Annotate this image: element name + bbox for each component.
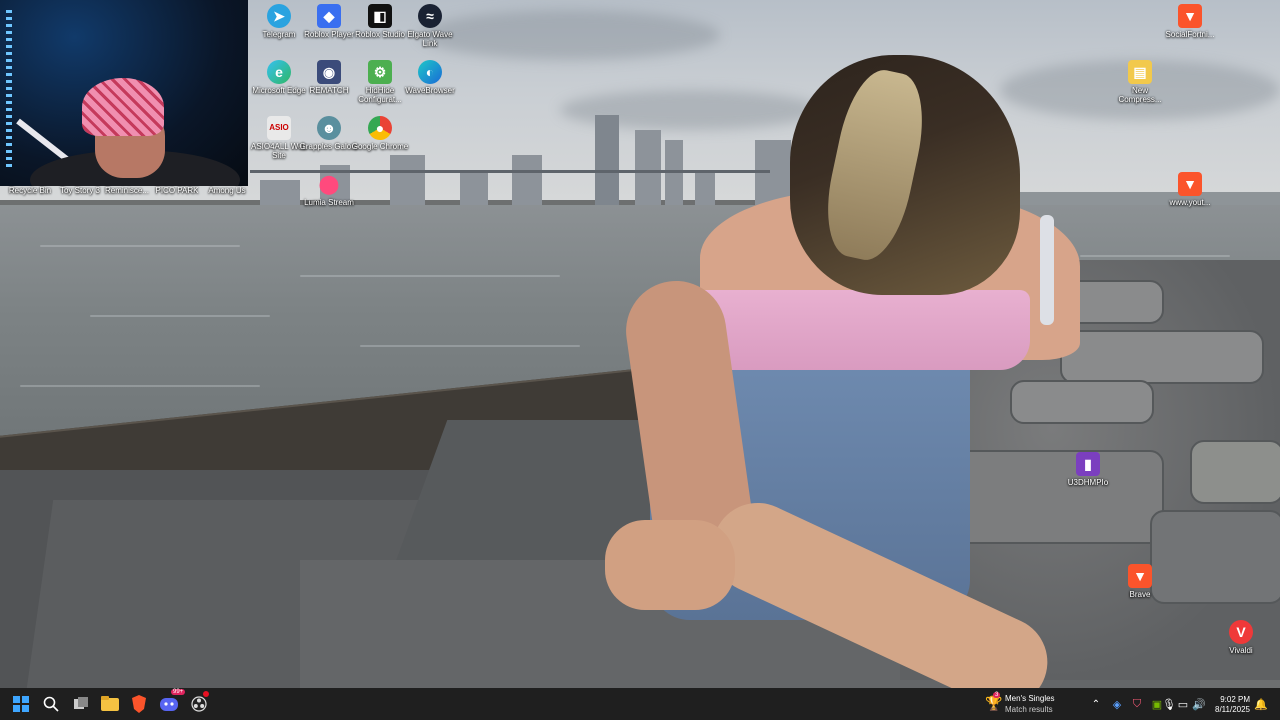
desktop-icon-new-compressed[interactable]: ▤ New Compress...	[1110, 60, 1170, 104]
desktop-icon-label: www.yout...	[1169, 198, 1211, 207]
vivaldi-icon: V	[1229, 620, 1253, 644]
discord-badge: 99+	[171, 689, 186, 695]
clock-time: 9:02 PM	[1220, 695, 1250, 704]
network-app-icon: ◈	[1112, 698, 1122, 711]
telegram-icon: ➤	[267, 4, 291, 28]
lumia-stream-icon: ⬤	[318, 174, 340, 194]
bell-icon: 🔔	[1254, 698, 1268, 711]
taskbar: 99+ 🏆 3 Men's Singles Match results ⌃ ◈ …	[0, 688, 1280, 720]
edge-icon: e	[267, 60, 291, 84]
zip-folder-icon: ▤	[1128, 60, 1152, 84]
desktop-icon-among-us[interactable]: Among Us	[197, 186, 257, 195]
elgato-icon: ≈	[418, 4, 442, 28]
desktop-icon-elgato-wave-link[interactable]: ≈ Elgato Wave Link	[400, 4, 460, 48]
asio4all-icon: ASIO	[267, 116, 291, 140]
roblox-studio-icon: ◧	[368, 4, 392, 28]
desktop-icon-socialfortnite[interactable]: ▼ SocialFortni...	[1160, 4, 1220, 39]
widget-subtitle: Match results	[1005, 705, 1053, 714]
notification-center-button[interactable]: 🔔	[1252, 692, 1270, 716]
desktop-icon-label: SocialFortni...	[1165, 30, 1215, 39]
desktop-icon-youtube[interactable]: ▼ www.yout...	[1160, 172, 1220, 207]
led-strip	[6, 10, 12, 170]
taskbar-app-file-explorer[interactable]	[98, 692, 122, 716]
desktop-icon-lumia-stream[interactable]: ⬤ Lumia Stream	[299, 172, 359, 207]
desktop-icon-label: Google Chrome	[351, 142, 409, 151]
brave-icon: ▼	[1178, 4, 1202, 28]
streamer-beanie	[82, 78, 164, 136]
search-icon	[43, 696, 59, 712]
notification-dot	[203, 691, 209, 697]
taskbar-app-brave[interactable]	[127, 692, 151, 716]
wallpaper-cloud	[420, 10, 720, 60]
desktop-icon-label: Vivaldi	[1229, 646, 1253, 655]
clock[interactable]: 9:02 PM 8/11/2025	[1215, 695, 1250, 715]
taskbar-app-discord[interactable]: 99+	[157, 689, 186, 716]
volume-icon: 🔊	[1192, 698, 1206, 711]
webcam-overlay	[0, 0, 248, 186]
clock-date: 8/11/2025	[1215, 705, 1250, 714]
desktop-icon-label: U3DHMPIo	[1067, 478, 1109, 487]
roblox-player-icon: ◆	[317, 4, 341, 28]
start-icon	[13, 696, 29, 712]
desktop-icon-u3dhmpio[interactable]: ▮ U3DHMPIo	[1058, 452, 1118, 487]
brave-icon: ▼	[1178, 172, 1202, 196]
desktop-icon-brave[interactable]: ▼ Brave	[1110, 564, 1170, 599]
brave-icon: ▼	[1128, 564, 1152, 588]
discord-icon	[160, 698, 178, 711]
desktop-icon-wavebrowser[interactable]: ◐ WaveBrowser	[400, 60, 460, 95]
chrome-icon: ●	[368, 116, 392, 140]
tray-volume[interactable]: 🔊	[1190, 692, 1208, 716]
display-icon: ▭	[1177, 698, 1189, 711]
file-explorer-icon	[101, 696, 119, 711]
file-icon: ▮	[1076, 452, 1100, 476]
task-view-button[interactable]	[69, 692, 93, 716]
wavebrowser-icon: ◐	[418, 60, 442, 84]
widget-title: Men's Singles	[1005, 694, 1055, 703]
desktop-icon-vivaldi[interactable]: V Vivaldi	[1211, 620, 1271, 655]
desktop-icon-label: New Compress...	[1118, 86, 1162, 104]
rematch-icon: ◉	[317, 60, 341, 84]
search-button[interactable]	[39, 692, 63, 716]
desktop-icon-label: Brave	[1129, 590, 1151, 599]
task-view-icon	[74, 697, 88, 709]
hidhide-icon: ⚙	[368, 60, 392, 84]
tray-microphone[interactable]: 🎙	[1152, 692, 1176, 716]
shield-icon: ⛉	[1132, 697, 1142, 710]
brave-icon	[132, 695, 146, 713]
tray-overflow-button[interactable]: ⌃	[1088, 692, 1104, 716]
desktop-icon-label: WaveBrowser	[405, 86, 455, 95]
desktop-icon-label: Elgato Wave Link	[407, 30, 453, 48]
taskbar-app-obs[interactable]	[187, 691, 211, 716]
desktop-icon-label: Lumia Stream	[304, 198, 354, 207]
desktop-icon-google-chrome[interactable]: ● Google Chrome	[350, 116, 410, 151]
obs-icon	[191, 696, 207, 712]
chevron-up-icon: ⌃	[1091, 698, 1101, 710]
start-button[interactable]	[9, 692, 33, 716]
grapples-galore-icon: ☻	[317, 116, 341, 140]
desktop-icon-label: Among Us	[208, 186, 246, 195]
news-widget[interactable]: 🏆 3 Men's Singles Match results	[983, 692, 1073, 716]
tray-app-shield[interactable]: ⛉	[1128, 692, 1146, 716]
tray-app-network[interactable]: ◈	[1108, 692, 1126, 716]
